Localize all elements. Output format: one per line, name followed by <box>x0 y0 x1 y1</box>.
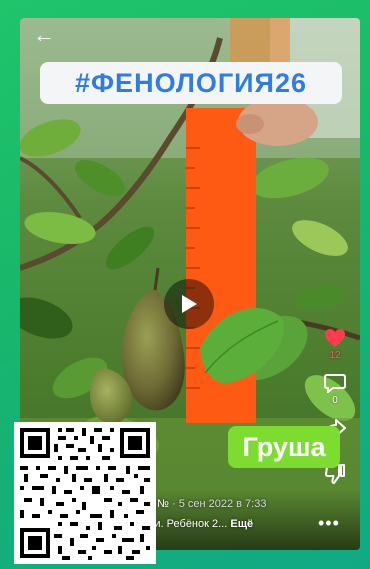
action-rail: 12 0 0 <box>318 328 352 497</box>
post-date: · 5 сен 2022 в 7:33 <box>171 498 267 510</box>
play-button[interactable] <box>164 279 214 329</box>
comment-button[interactable]: 0 <box>324 373 346 406</box>
more-dots-icon: ••• <box>318 513 340 533</box>
comment-icon <box>324 374 346 393</box>
more-link[interactable]: Ещё <box>230 518 253 530</box>
hashtag-banner: #ФЕНОЛОГИЯ26 <box>40 62 342 104</box>
fruit-caption: Груша <box>228 426 340 468</box>
qr-code <box>14 422 156 564</box>
back-button[interactable]: ← <box>32 24 56 48</box>
qr-code-image <box>14 422 156 564</box>
more-options-button[interactable]: ••• <box>318 514 340 532</box>
like-count: 12 <box>329 350 341 361</box>
back-arrow-icon: ← <box>33 22 55 47</box>
like-button[interactable]: 12 <box>324 328 346 361</box>
heart-icon <box>325 329 345 347</box>
play-icon <box>182 295 197 313</box>
comment-count: 0 <box>332 395 338 406</box>
